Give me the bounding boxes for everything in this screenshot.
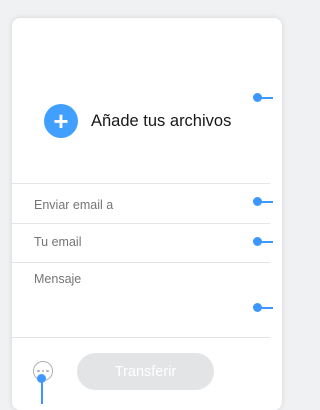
callout-dot <box>253 93 262 102</box>
callout-dot <box>253 237 262 246</box>
plus-icon[interactable]: + <box>44 104 78 138</box>
message-field[interactable] <box>34 272 234 330</box>
callout-dot <box>37 374 46 383</box>
your-email-field[interactable] <box>34 235 234 249</box>
add-files-button[interactable]: + Añade tus archivos <box>44 103 231 139</box>
dot <box>41 369 45 373</box>
divider <box>12 262 270 263</box>
divider <box>12 183 270 184</box>
transfer-panel: + Añade tus archivos <box>12 18 282 410</box>
callout-dot <box>253 197 262 206</box>
add-files-label: Añade tus archivos <box>91 111 232 130</box>
dot <box>37 369 40 373</box>
divider <box>12 337 270 338</box>
transfer-button[interactable]: Transferir <box>77 353 214 390</box>
callout-dot <box>253 303 262 312</box>
email-to-field[interactable] <box>34 198 234 212</box>
dot <box>46 369 49 373</box>
divider <box>12 223 270 224</box>
